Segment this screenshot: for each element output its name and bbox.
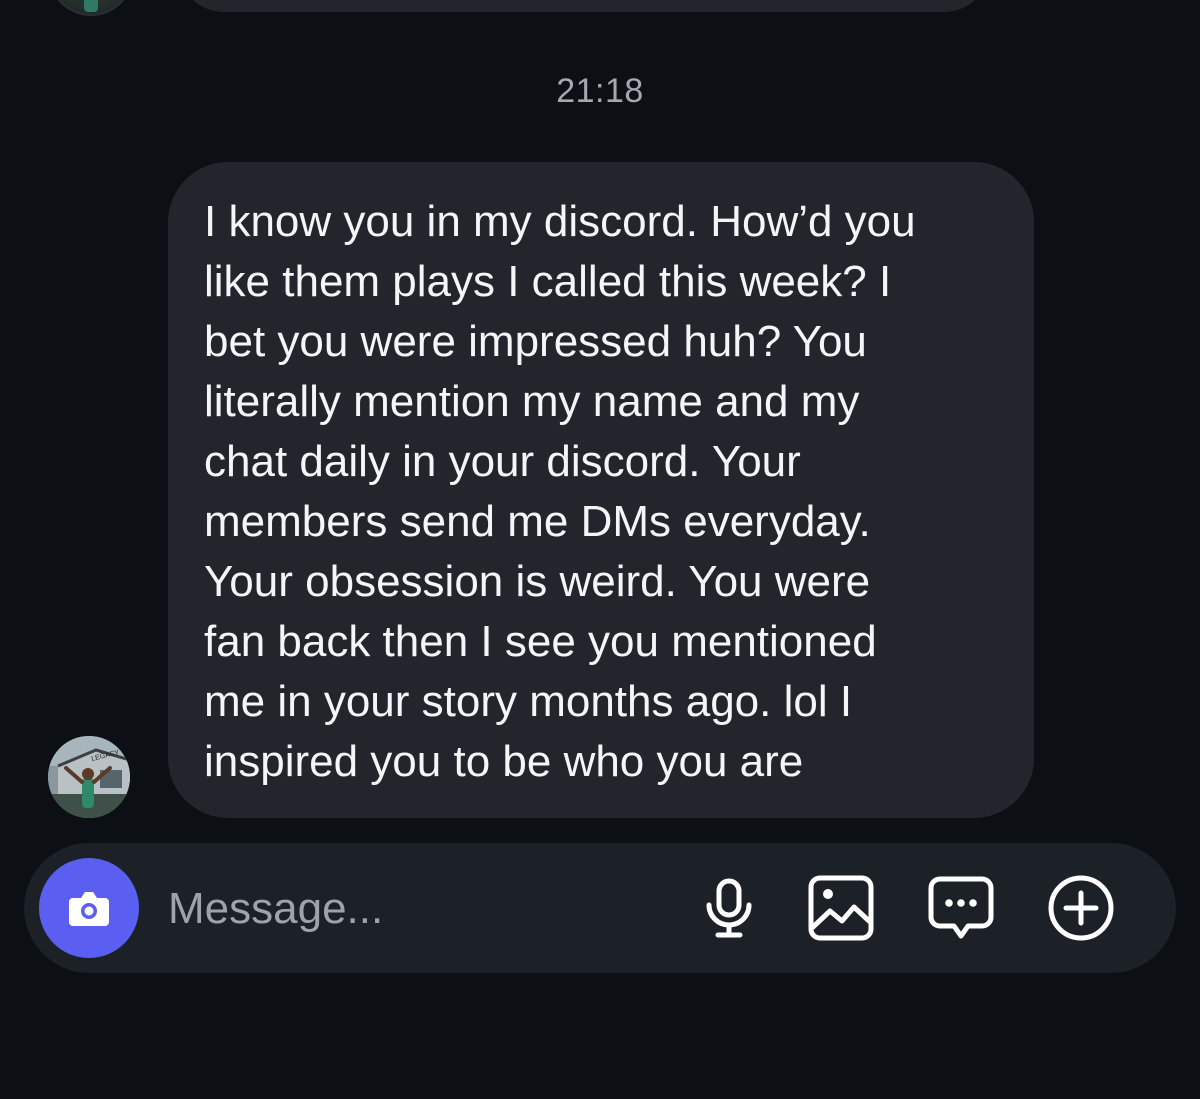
received-message-bubble[interactable]: I know you in my discord. How’d you like… <box>168 162 1034 818</box>
message-line: chat daily in your discord. Your <box>204 437 801 486</box>
message-line: Your obsession is weird. You were <box>204 557 871 606</box>
avatar-figure <box>84 0 98 12</box>
message-input[interactable] <box>168 879 648 939</box>
voice-message-button[interactable] <box>694 873 764 943</box>
message-timestamp: 21:18 <box>556 72 644 110</box>
message-line: literally mention my name and my <box>204 377 860 426</box>
sender-avatar[interactable]: LEGACY <box>48 736 130 818</box>
message-line: I know you in my discord. How’d you <box>204 197 916 246</box>
message-line: me in your story months ago. lol I <box>204 677 853 726</box>
message-line: members send me DMs everyday. <box>204 497 871 546</box>
plus-circle-icon <box>1048 875 1114 941</box>
sender-avatar-previous[interactable] <box>48 0 134 16</box>
sticker-button[interactable] <box>926 873 996 943</box>
previous-message-bubble[interactable] <box>178 0 990 12</box>
gallery-button[interactable] <box>806 873 876 943</box>
camera-button[interactable] <box>39 858 139 958</box>
avatar-photo: LEGACY <box>48 736 130 818</box>
microphone-icon <box>706 878 752 938</box>
dm-thread-screen: 21:18 I know you in my discord. How’d yo… <box>0 0 1200 1099</box>
chat-bubble-icon <box>928 876 994 939</box>
message-line: bet you were impressed huh? You <box>204 317 867 366</box>
message-line: fan back then I see you mentioned <box>204 617 877 666</box>
message-line: like them plays I called this week? I <box>204 257 892 306</box>
message-composer <box>24 843 1176 973</box>
camera-icon <box>69 892 109 926</box>
more-options-button[interactable] <box>1046 873 1116 943</box>
message-line: inspired you to be who you are <box>204 737 804 786</box>
image-gallery-icon <box>808 875 874 941</box>
